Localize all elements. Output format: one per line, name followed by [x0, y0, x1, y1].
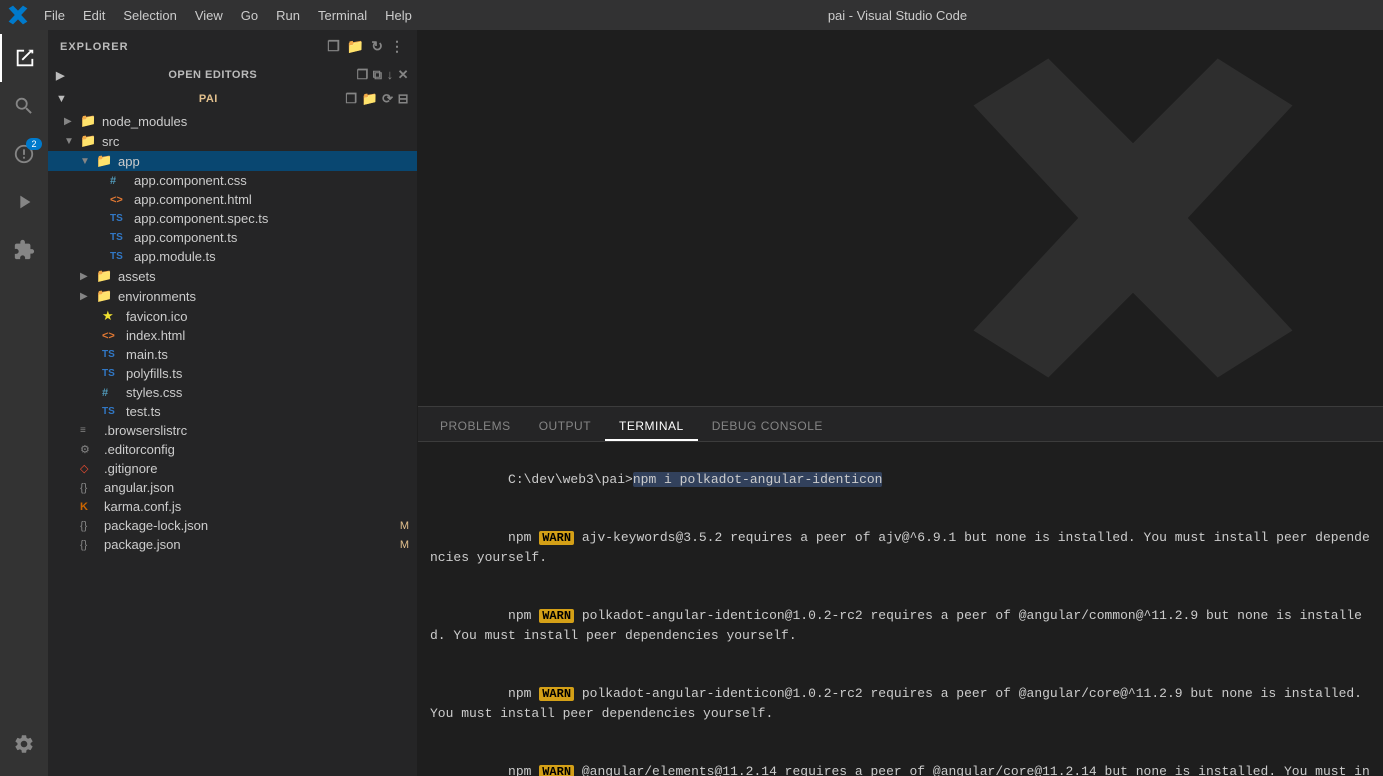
vscode-logo: [963, 48, 1303, 388]
tree-index-html[interactable]: <> index.html: [48, 326, 417, 345]
terminal-tabs: PROBLEMS OUTPUT TERMINAL DEBUG CONSOLE: [418, 407, 1383, 442]
project-new-folder-icon[interactable]: 📁: [361, 91, 378, 107]
tab-debug-console[interactable]: DEBUG CONSOLE: [698, 413, 837, 441]
tree-environments[interactable]: ▶ 📁 environments: [48, 286, 417, 306]
menu-bar: File Edit Selection View Go Run Terminal…: [36, 6, 420, 25]
project-collapse-icon[interactable]: ⊟: [398, 91, 409, 107]
modified-badge-lock: M: [400, 520, 409, 532]
new-file-open-icon[interactable]: ❐: [357, 67, 369, 83]
tree-app-component-html[interactable]: <> app.component.html: [48, 190, 417, 209]
editor-background: [418, 30, 1383, 406]
terminal-line-1: npm WARN ajv-keywords@3.5.2 requires a p…: [430, 509, 1371, 587]
split-editor-icon[interactable]: ⧉: [373, 67, 383, 83]
menu-go[interactable]: Go: [233, 6, 266, 25]
menu-file[interactable]: File: [36, 6, 73, 25]
tree-package-json[interactable]: {} package.json M: [48, 535, 417, 554]
open-editors-label: OPEN EDITORS: [168, 69, 257, 81]
titlebar: File Edit Selection View Go Run Terminal…: [0, 0, 1383, 30]
tree-favicon[interactable]: ★ favicon.ico: [48, 306, 417, 326]
tree-editorconfig[interactable]: ⚙ .editorconfig: [48, 440, 417, 459]
open-editors-icons: ❐ ⧉ ↓ ✕: [357, 67, 409, 83]
file-tree: ▶ 📁 node_modules ▼ 📁 src ▼ 📁 app: [48, 111, 417, 776]
open-editors-section[interactable]: ▶ OPEN EDITORS ❐ ⧉ ↓ ✕: [48, 63, 417, 87]
tree-karma-conf-js[interactable]: K karma.conf.js: [48, 497, 417, 516]
tree-package-lock-json[interactable]: {} package-lock.json M: [48, 516, 417, 535]
collapse-icon[interactable]: ⋮: [390, 38, 405, 55]
explorer-header-icons: ❐ 📁 ↻ ⋮: [327, 38, 405, 55]
project-icons: ❐ 📁 ⟳ ⊟: [345, 91, 409, 107]
menu-run[interactable]: Run: [268, 6, 308, 25]
terminal-panel: PROBLEMS OUTPUT TERMINAL DEBUG CONSOLE C…: [418, 406, 1383, 776]
menu-terminal[interactable]: Terminal: [310, 6, 375, 25]
tree-app-component-ts[interactable]: TS app.component.ts: [48, 228, 417, 247]
modified-badge-pkg: M: [400, 539, 409, 551]
editor-area: PROBLEMS OUTPUT TERMINAL DEBUG CONSOLE C…: [418, 30, 1383, 776]
menu-view[interactable]: View: [187, 6, 231, 25]
tree-browserslistrc[interactable]: ≡ .browserslistrc: [48, 421, 417, 440]
project-label: PAI: [199, 93, 218, 105]
project-refresh-icon[interactable]: ⟳: [382, 91, 393, 107]
activity-settings[interactable]: [0, 720, 48, 768]
new-file-icon[interactable]: ❐: [327, 38, 341, 55]
terminal-line-command: C:\dev\web3\pai>npm i polkadot-angular-i…: [430, 450, 1371, 509]
terminal-line-3: npm WARN polkadot-angular-identicon@1.0.…: [430, 665, 1371, 743]
project-new-file-icon[interactable]: ❐: [345, 91, 357, 107]
tab-output[interactable]: OUTPUT: [525, 413, 605, 441]
menu-selection[interactable]: Selection: [115, 6, 184, 25]
tree-angular-json[interactable]: {} angular.json: [48, 478, 417, 497]
terminal-line-4: npm WARN @angular/elements@11.2.14 requi…: [430, 743, 1371, 776]
new-folder-icon[interactable]: 📁: [347, 38, 365, 55]
activity-run[interactable]: [0, 178, 48, 226]
app-logo: [8, 5, 28, 25]
window-title: pai - Visual Studio Code: [420, 8, 1375, 23]
tree-test-ts[interactable]: TS test.ts: [48, 402, 417, 421]
close-all-icon[interactable]: ✕: [398, 67, 409, 83]
sidebar: EXPLORER ❐ 📁 ↻ ⋮ ▶ OPEN EDITORS ❐ ⧉ ↓ ✕ …: [48, 30, 418, 776]
tree-styles-css[interactable]: # styles.css: [48, 383, 417, 402]
menu-help[interactable]: Help: [377, 6, 420, 25]
tree-polyfills-ts[interactable]: TS polyfills.ts: [48, 364, 417, 383]
activity-bar: 2: [0, 30, 48, 776]
terminal-line-2: npm WARN polkadot-angular-identicon@1.0.…: [430, 587, 1371, 665]
tree-app-component-spec-ts[interactable]: TS app.component.spec.ts: [48, 209, 417, 228]
tree-app-module-ts[interactable]: TS app.module.ts: [48, 247, 417, 266]
open-editors-arrow: ▶: [56, 69, 65, 82]
tree-gitignore[interactable]: ◇ .gitignore: [48, 459, 417, 478]
explorer-header: EXPLORER ❐ 📁 ↻ ⋮: [48, 30, 417, 63]
tab-problems[interactable]: PROBLEMS: [426, 413, 525, 441]
activity-source-control[interactable]: 2: [0, 130, 48, 178]
activity-extensions[interactable]: [0, 226, 48, 274]
tree-node-modules[interactable]: ▶ 📁 node_modules: [48, 111, 417, 131]
menu-edit[interactable]: Edit: [75, 6, 113, 25]
source-control-badge: 2: [26, 138, 42, 150]
project-section[interactable]: ▼ PAI ❐ 📁 ⟳ ⊟: [48, 87, 417, 111]
tab-terminal[interactable]: TERMINAL: [605, 413, 698, 441]
activity-explorer[interactable]: [0, 34, 48, 82]
save-all-icon[interactable]: ↓: [387, 67, 394, 83]
tree-app-component-css[interactable]: # app.component.css: [48, 171, 417, 190]
tree-assets[interactable]: ▶ 📁 assets: [48, 266, 417, 286]
refresh-icon[interactable]: ↻: [371, 38, 384, 55]
explorer-label: EXPLORER: [60, 41, 129, 53]
tree-main-ts[interactable]: TS main.ts: [48, 345, 417, 364]
tree-app[interactable]: ▼ 📁 app: [48, 151, 417, 171]
tree-src[interactable]: ▼ 📁 src: [48, 131, 417, 151]
activity-search[interactable]: [0, 82, 48, 130]
terminal-content[interactable]: C:\dev\web3\pai>npm i polkadot-angular-i…: [418, 442, 1383, 776]
project-arrow: ▼: [56, 93, 67, 105]
